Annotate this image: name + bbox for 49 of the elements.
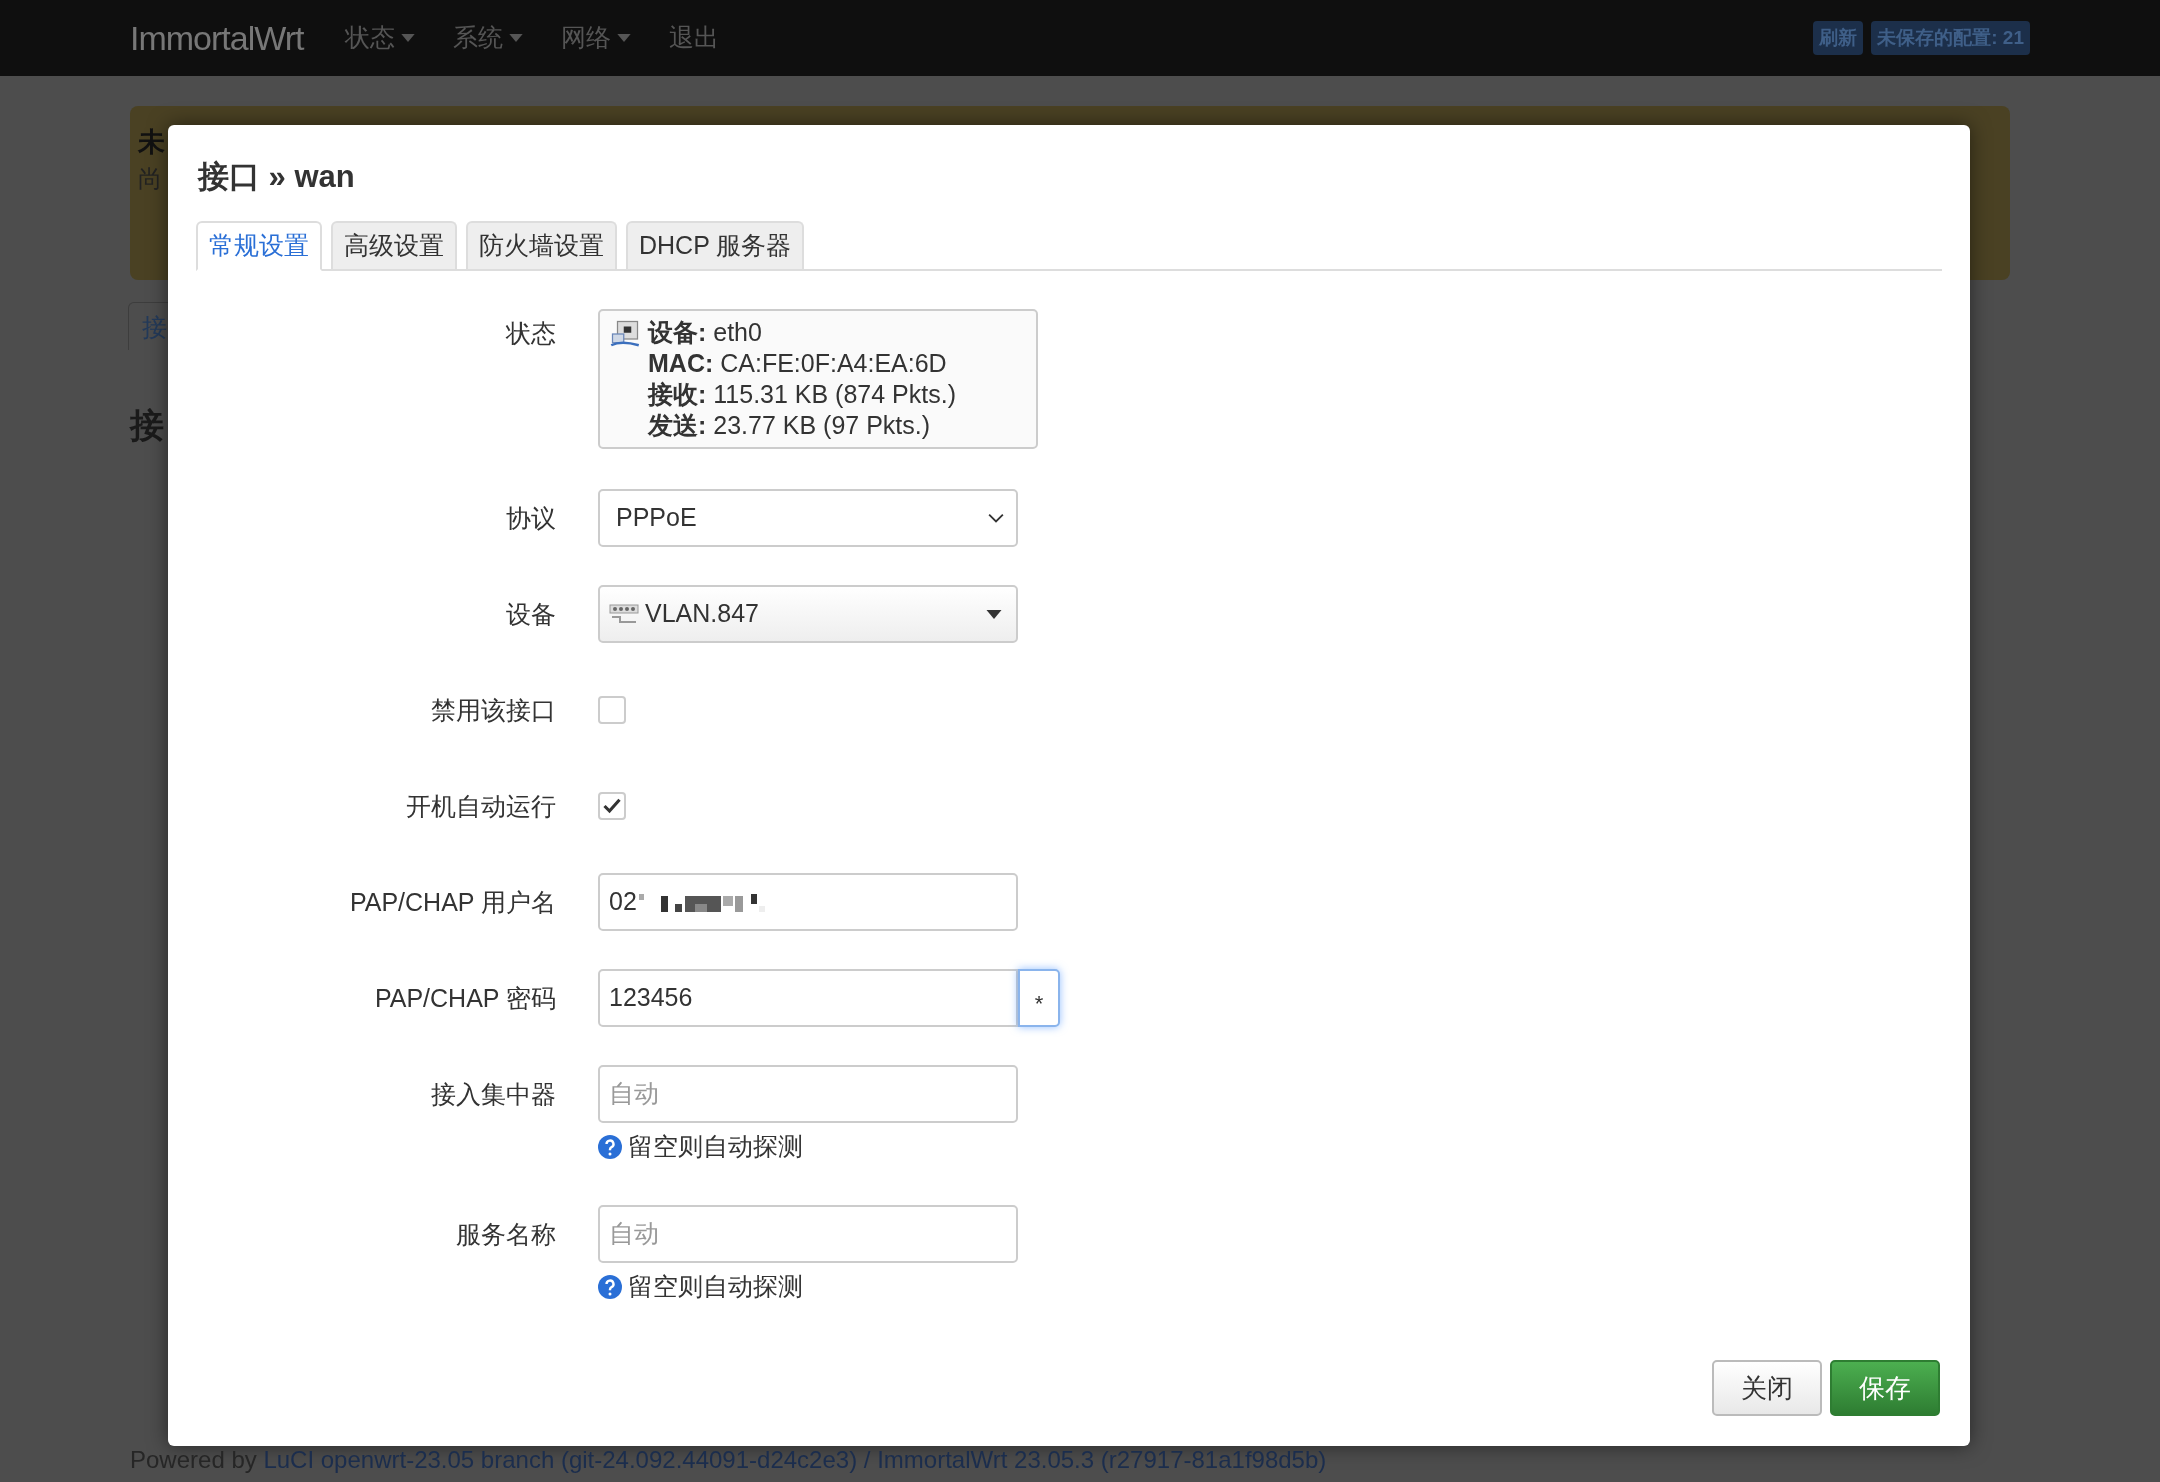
status-line: 接收: 115.31 KB (874 Pkts.) xyxy=(648,379,956,410)
input-field[interactable]: 自动 xyxy=(598,1205,1018,1263)
reveal-password-button[interactable]: * xyxy=(1018,969,1060,1027)
brand-logo[interactable]: ImmortalWrt xyxy=(130,12,304,64)
password-field[interactable]: 123456 xyxy=(598,969,1018,1027)
help-text: 留空则自动探测 xyxy=(628,1271,803,1303)
field-label: 状态 xyxy=(504,318,556,349)
status-line: MAC: CA:FE:0F:A4:EA:6D xyxy=(648,348,948,379)
field-label: 服务名称 xyxy=(455,1219,556,1250)
menu-item[interactable]: 系统 xyxy=(453,19,524,57)
tab[interactable]: 常规设置 xyxy=(196,221,322,271)
save-button[interactable]: 保存 xyxy=(1830,1360,1940,1416)
menu-item[interactable]: 退出 xyxy=(669,19,720,57)
field-label: PAP/CHAP 用户名 xyxy=(348,887,556,918)
network-port-icon xyxy=(610,319,640,349)
tab[interactable]: 高级设置 xyxy=(331,221,457,269)
menu-item[interactable]: 状态 xyxy=(345,19,416,57)
device-select[interactable]: VLAN.847 xyxy=(598,585,1018,643)
badge[interactable]: 未保存的配置: 21 xyxy=(1871,20,2030,56)
caret-icon xyxy=(986,609,1002,619)
menu-item[interactable]: 网络 xyxy=(561,19,632,57)
tab[interactable]: DHCP 服务器 xyxy=(626,221,805,269)
caret-icon xyxy=(617,34,632,42)
field-label: 禁用该接口 xyxy=(430,695,556,726)
help-icon xyxy=(598,1135,622,1159)
status-line: 设备: eth0 xyxy=(648,317,763,348)
field-label: 开机自动运行 xyxy=(405,791,556,822)
help-text: 留空则自动探测 xyxy=(628,1131,803,1163)
field-label: 接入集中器 xyxy=(430,1079,556,1110)
help-icon xyxy=(598,1275,622,1299)
input-field[interactable]: 自动 xyxy=(598,1065,1018,1123)
protocol-select[interactable]: PPPoE xyxy=(598,489,1018,547)
field-label: PAP/CHAP 密码 xyxy=(373,983,556,1014)
caret-icon xyxy=(401,34,416,42)
checkbox[interactable] xyxy=(598,792,626,820)
tab[interactable]: 防火墙设置 xyxy=(466,221,617,269)
input-field[interactable]: 02 xyxy=(598,873,1018,931)
badge[interactable]: 刷新 xyxy=(1813,20,1864,56)
close-button[interactable]: 关闭 xyxy=(1712,1360,1822,1416)
caret-icon xyxy=(509,34,524,42)
chevron-icon xyxy=(988,513,1004,523)
field-label: 设备 xyxy=(505,599,556,630)
switch-icon xyxy=(609,602,639,626)
alert-title: 未 xyxy=(138,126,165,159)
check-icon xyxy=(602,796,622,816)
dialog-title: 接口 » wan xyxy=(196,158,356,196)
checkbox[interactable] xyxy=(598,696,626,724)
field-label: 协议 xyxy=(505,503,556,534)
status-line: 发送: 23.77 KB (97 Pkts.) xyxy=(648,410,932,441)
